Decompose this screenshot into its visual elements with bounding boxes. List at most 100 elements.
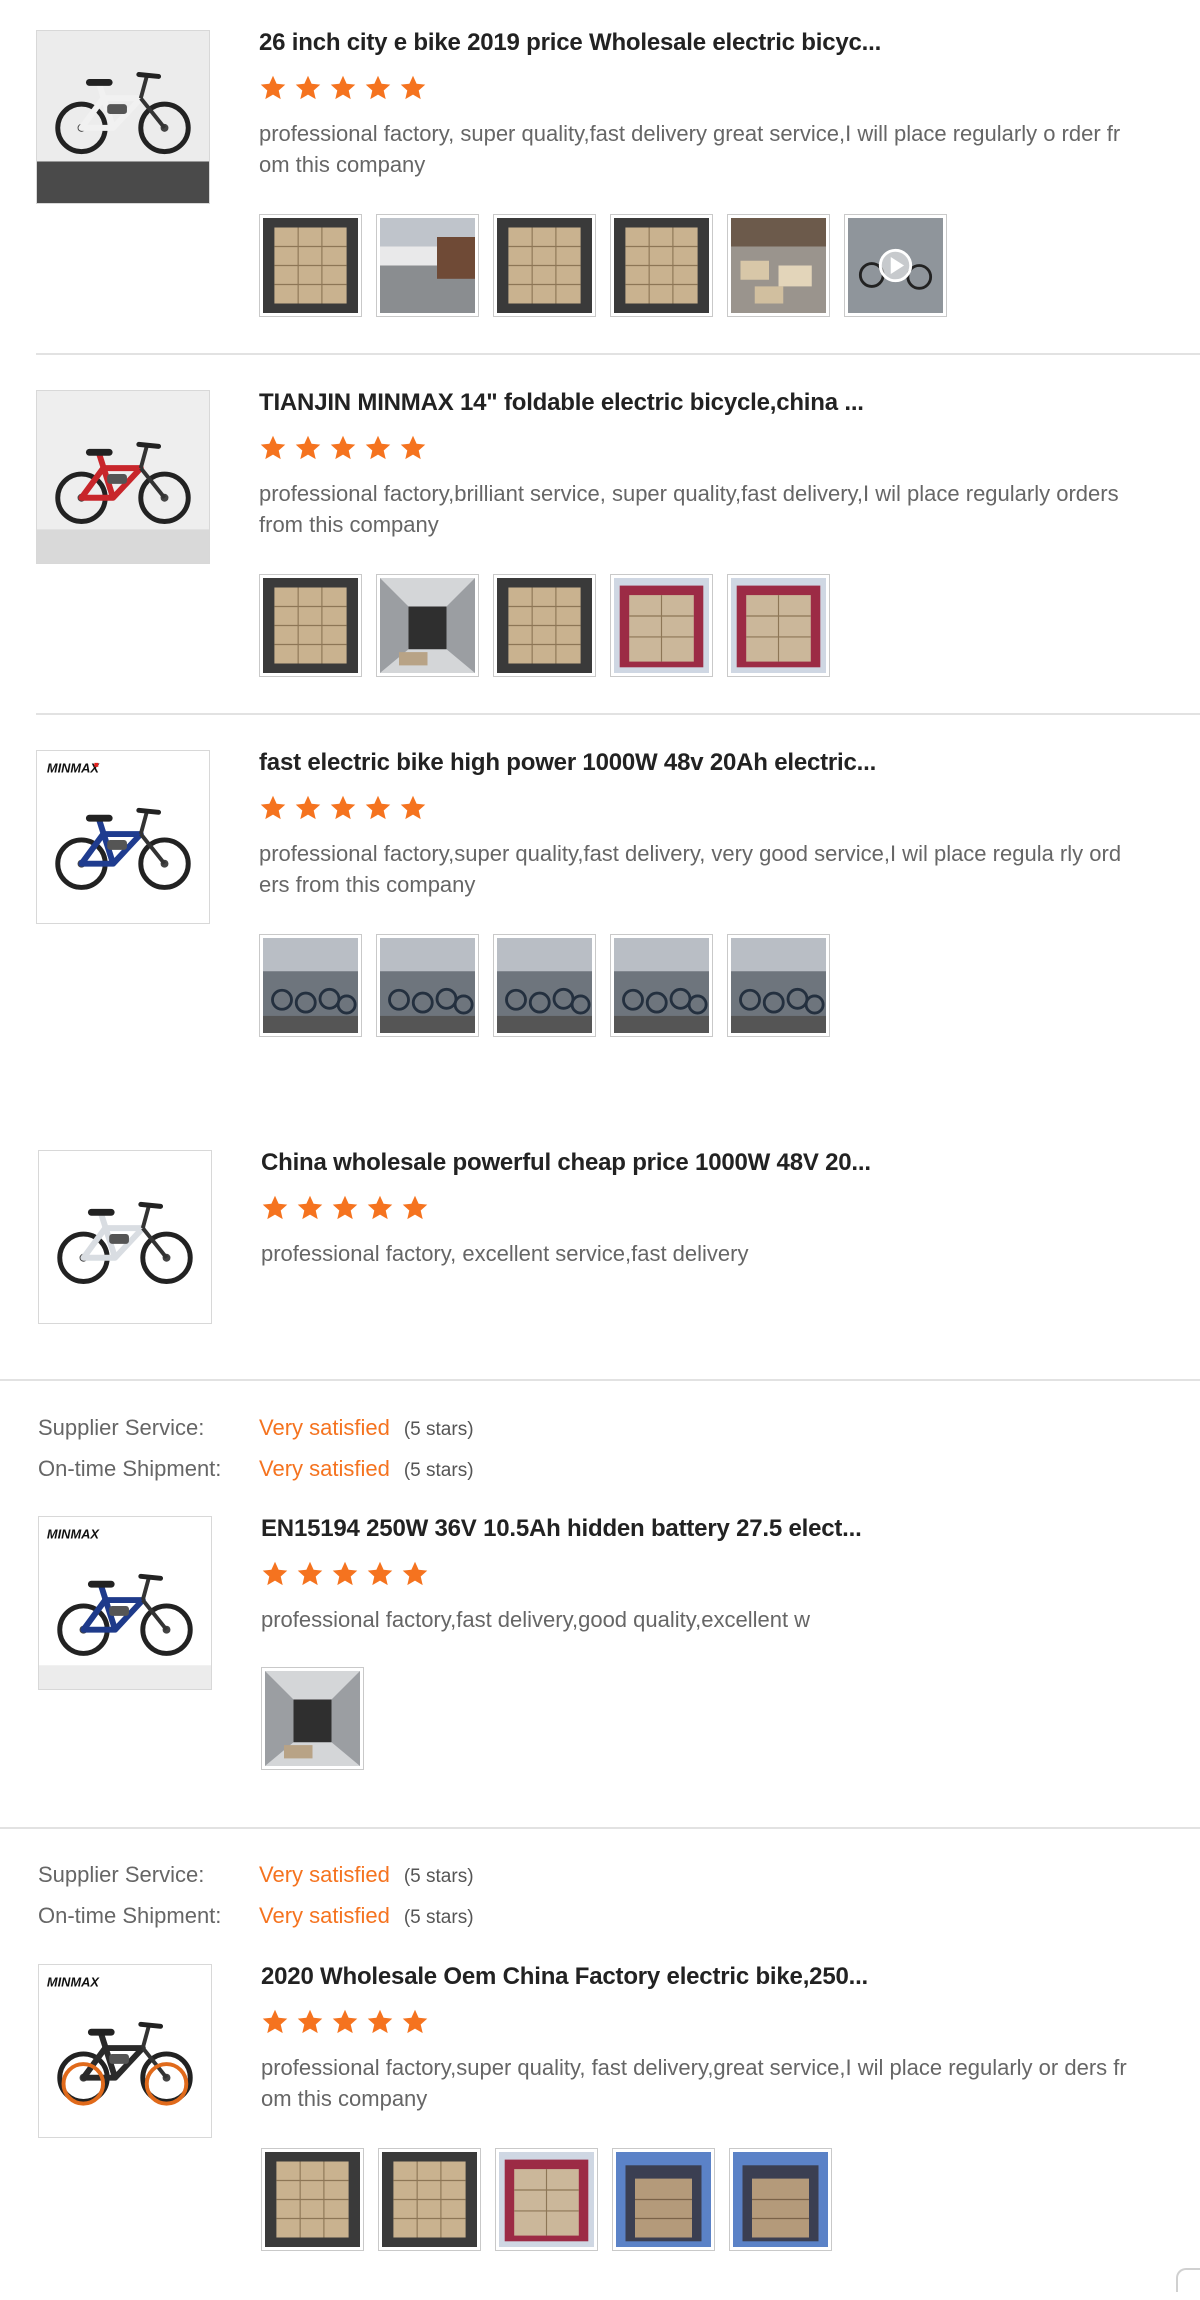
review-title[interactable]: China wholesale powerful cheap price 100… — [261, 1149, 871, 1177]
on-time-shipment-stars: (5 stars) — [403, 1907, 474, 1928]
star-icon — [259, 74, 287, 102]
on-time-shipment-label: On-time Shipment: — [38, 1456, 222, 1481]
review-photo[interactable] — [727, 574, 830, 677]
star-icon — [294, 434, 322, 462]
play-icon — [878, 248, 913, 283]
review-title[interactable]: 26 inch city e bike 2019 price Wholesale… — [259, 29, 881, 57]
product-image-orange-fat-tire-ebike[interactable]: MINMAX — [38, 1964, 212, 2138]
star-icon — [296, 1194, 324, 1222]
star-icon — [294, 74, 322, 102]
bike-icon — [37, 31, 209, 203]
supplier-service-row: Supplier Service: Very satisfied (5 star… — [38, 1415, 474, 1441]
star-icon — [331, 1194, 359, 1222]
review-photo[interactable] — [729, 2148, 832, 2251]
review-divider — [36, 353, 1200, 355]
star-icon — [261, 1560, 289, 1588]
bike-icon: MINMAX — [39, 1517, 211, 1689]
review-photo[interactable] — [610, 934, 713, 1037]
star-icon — [401, 1194, 429, 1222]
review-photos — [259, 934, 830, 1037]
product-image-blue-mountain-ebike[interactable]: MINMAX — [36, 750, 210, 924]
product-image-white-city-ebike[interactable] — [36, 30, 210, 204]
on-time-shipment-row: On-time Shipment: Very satisfied (5 star… — [38, 1456, 474, 1482]
star-icon — [399, 434, 427, 462]
review-photo[interactable] — [261, 1667, 364, 1770]
star-icon — [401, 2008, 429, 2036]
review-photos — [261, 1667, 364, 1770]
star-icon — [399, 74, 427, 102]
rating-stars — [259, 74, 427, 102]
minmax-logo: MINMAX — [47, 1975, 101, 1990]
star-icon — [366, 1560, 394, 1588]
review-divider — [36, 713, 1200, 715]
product-image-blue-hardtail-ebike[interactable]: MINMAX — [38, 1516, 212, 1690]
review-photo[interactable] — [610, 214, 713, 317]
review-photo[interactable] — [493, 934, 596, 1037]
star-icon — [329, 74, 357, 102]
review-divider — [0, 1827, 1200, 1829]
star-icon — [329, 794, 357, 822]
star-icon — [261, 2008, 289, 2036]
review-photo[interactable] — [727, 934, 830, 1037]
supplier-service-value: Very satisfied — [259, 1862, 390, 1887]
star-icon — [399, 794, 427, 822]
review-photos — [261, 2148, 832, 2251]
review-photos — [259, 214, 947, 317]
supplier-service-row: Supplier Service: Very satisfied (5 star… — [38, 1862, 474, 1888]
review-photo[interactable] — [378, 2148, 481, 2251]
product-image-white-mountain-ebike[interactable] — [38, 1150, 212, 1324]
on-time-shipment-value: Very satisfied — [259, 1903, 390, 1928]
review-photo[interactable] — [612, 2148, 715, 2251]
scroll-corner-icon — [1176, 2268, 1200, 2292]
supplier-service-label: Supplier Service: — [38, 1862, 205, 1887]
review-photo[interactable] — [259, 934, 362, 1037]
star-icon — [366, 2008, 394, 2036]
star-icon — [296, 1560, 324, 1588]
star-icon — [296, 2008, 324, 2036]
review-photo[interactable] — [259, 574, 362, 677]
supplier-service-stars: (5 stars) — [403, 1419, 474, 1440]
product-image-red-folding-ebike[interactable] — [36, 390, 210, 564]
rating-stars — [261, 2008, 429, 2036]
review-photo[interactable] — [727, 214, 830, 317]
review-comment: professional factory, excellent service,… — [261, 1241, 749, 1266]
review-photo[interactable] — [376, 214, 479, 317]
review-video[interactable] — [844, 214, 947, 317]
review-photo[interactable] — [376, 574, 479, 677]
on-time-shipment-value: Very satisfied — [259, 1456, 390, 1481]
star-icon — [329, 434, 357, 462]
on-time-shipment-row: On-time Shipment: Very satisfied (5 star… — [38, 1903, 474, 1929]
star-icon — [331, 2008, 359, 2036]
bike-icon — [37, 391, 209, 563]
review-comment: professional factory,super quality, fast… — [261, 2055, 1127, 2111]
star-icon — [259, 434, 287, 462]
rating-stars — [259, 794, 427, 822]
review-comment: professional factory,super quality,fast … — [259, 841, 1122, 897]
star-icon — [364, 434, 392, 462]
star-icon — [294, 794, 322, 822]
review-title[interactable]: fast electric bike high power 1000W 48v … — [259, 749, 876, 777]
review-photo[interactable] — [259, 214, 362, 317]
review-photos — [259, 574, 830, 677]
bike-icon: MINMAX — [39, 1965, 211, 2137]
review-photo[interactable] — [261, 2148, 364, 2251]
review-photo[interactable] — [493, 214, 596, 317]
review-photo[interactable] — [376, 934, 479, 1037]
review-comment: professional factory,brilliant service, … — [259, 481, 1119, 537]
star-icon — [364, 74, 392, 102]
star-icon — [261, 1194, 289, 1222]
rating-stars — [261, 1560, 429, 1588]
review-photo[interactable] — [493, 574, 596, 677]
review-title[interactable]: EN15194 250W 36V 10.5Ah hidden battery 2… — [261, 1515, 862, 1543]
review-title[interactable]: TIANJIN MINMAX 14" foldable electric bic… — [259, 389, 864, 417]
star-icon — [364, 794, 392, 822]
review-divider — [0, 1379, 1200, 1381]
review-comment: professional factory, super quality,fast… — [259, 121, 1121, 177]
rating-stars — [261, 1194, 429, 1222]
on-time-shipment-label: On-time Shipment: — [38, 1903, 222, 1928]
review-title[interactable]: 2020 Wholesale Oem China Factory electri… — [261, 1963, 868, 1991]
review-photo[interactable] — [495, 2148, 598, 2251]
rating-stars — [259, 434, 427, 462]
star-icon — [259, 794, 287, 822]
review-photo[interactable] — [610, 574, 713, 677]
